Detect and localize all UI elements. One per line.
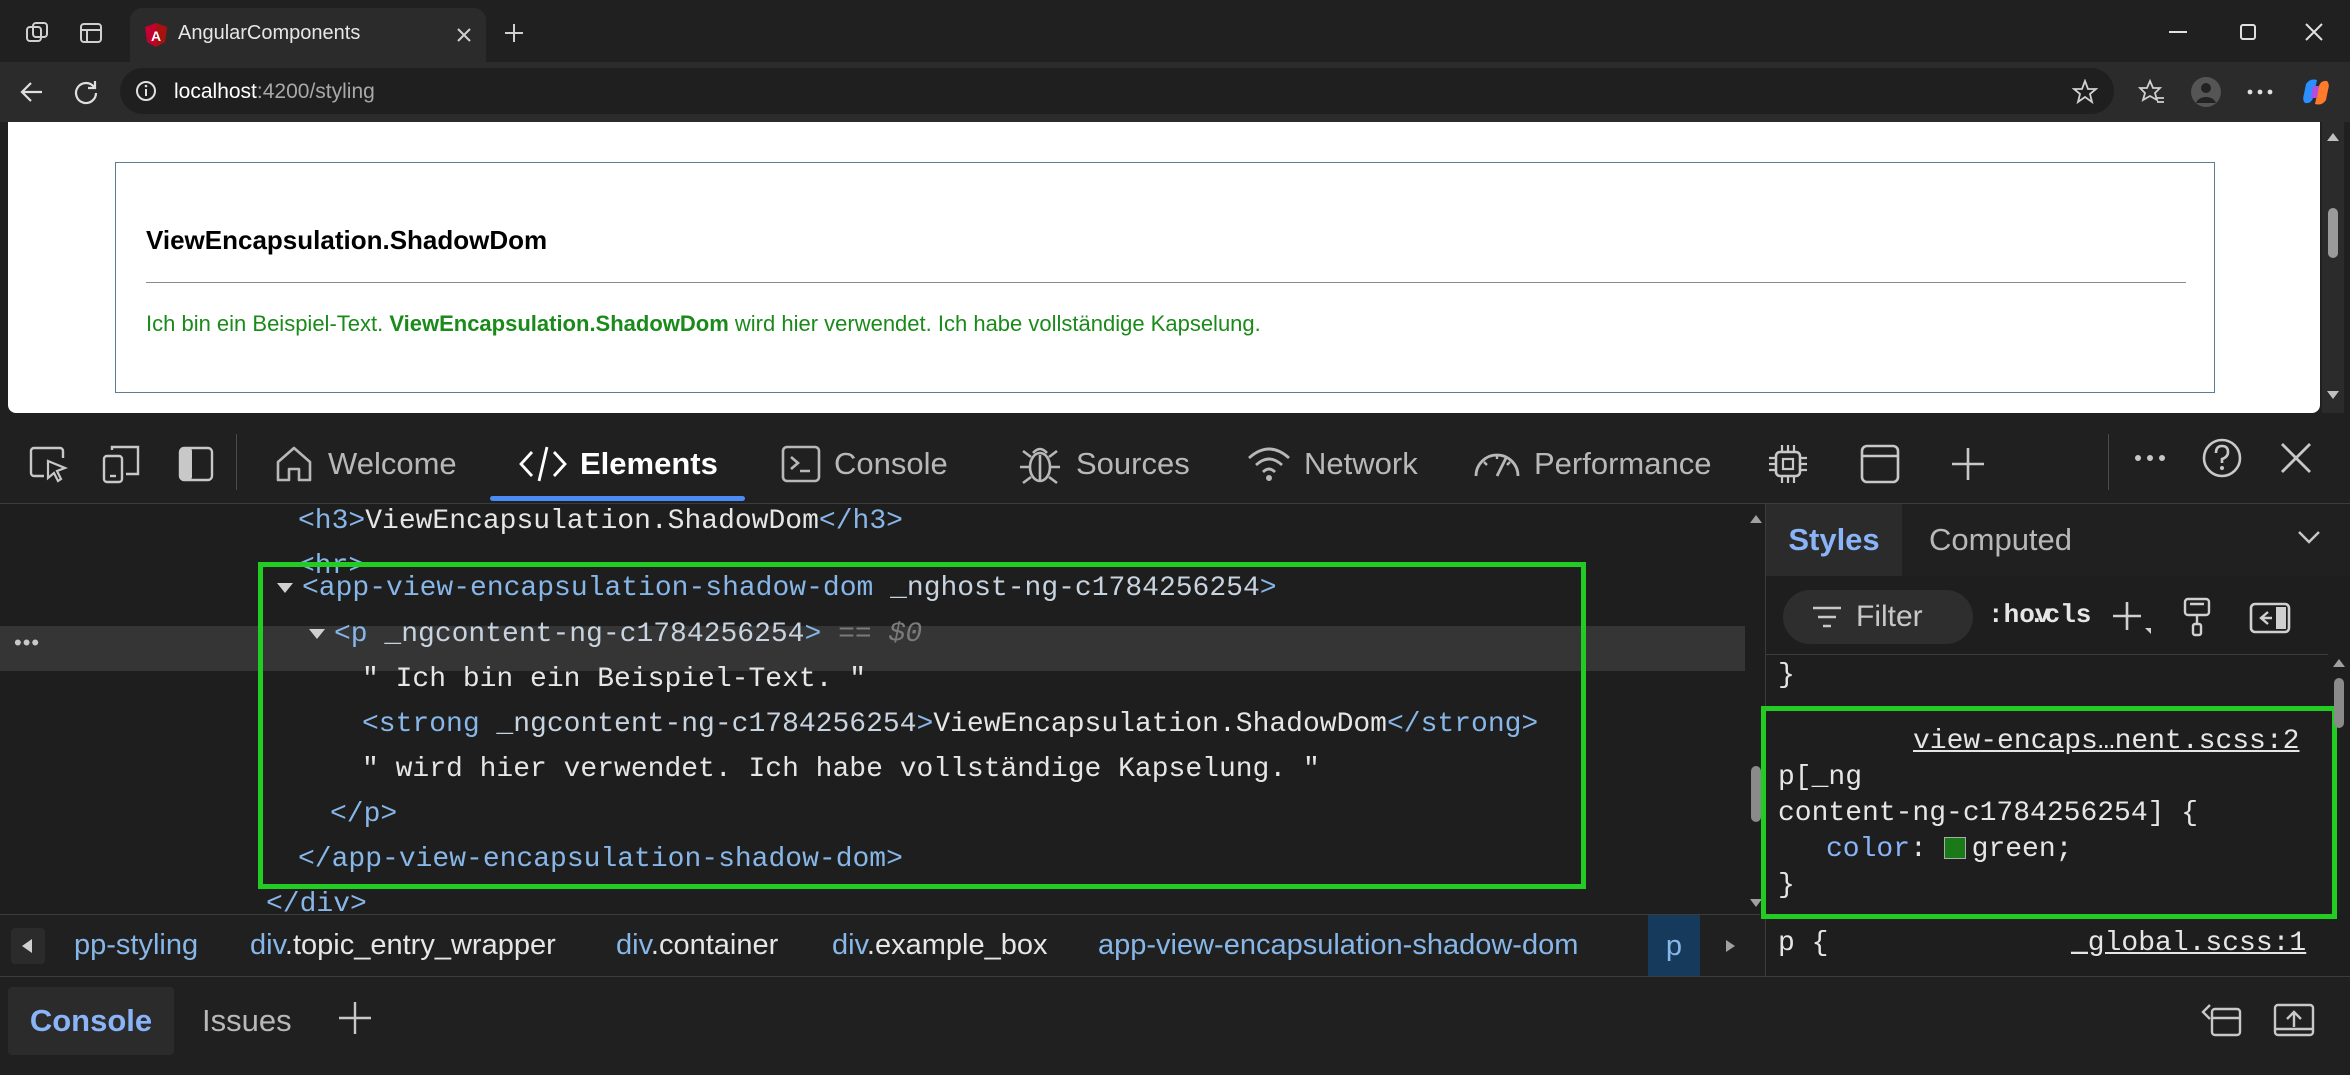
toggle-sidebar-icon[interactable] [2248,598,2292,638]
close-devtools-icon[interactable] [2276,438,2316,478]
dock-drawer-icon[interactable] [2200,1001,2244,1039]
devtools-toolbar: Welcome Elements Console Sources Network… [0,420,2350,504]
styles-scroll-thumb[interactable] [2334,678,2344,728]
browser-tab-bar: A AngularComponents [0,0,2350,62]
console-icon [781,445,821,483]
drawer-tab-issues[interactable]: Issues [202,987,292,1055]
customize-menu-icon[interactable] [2132,452,2168,464]
example-heading: ViewEncapsulation.ShadowDom [146,225,548,255]
tab-network[interactable]: Network [1246,440,1418,488]
breadcrumb-item[interactable]: div.example_box [832,929,1047,962]
page-viewport: ViewEncapsulation.ShadowDom Ich bin ein … [8,122,2320,413]
divider [146,282,2186,283]
more-options-icon[interactable] [2246,86,2274,98]
class-toggle[interactable]: .cls [2029,600,2091,630]
tab-title: AngularComponents [178,22,361,44]
rule-selector: p[_ng [1778,762,1863,793]
example-strong: ViewEncapsulation.ShadowDom [389,311,729,336]
breadcrumb-item[interactable]: div.container [616,929,778,962]
example-box: ViewEncapsulation.ShadowDom Ich bin ein … [115,162,2215,393]
add-drawer-tab-icon[interactable] [336,999,374,1037]
refresh-icon[interactable] [72,78,100,106]
tab-elements[interactable]: Elements [518,440,718,488]
profile-avatar-icon[interactable] [2190,76,2222,108]
favorites-icon[interactable] [2138,78,2166,106]
breadcrumb-item[interactable]: app-view-encapsulation-shadow-dom [1098,929,1578,962]
tab-welcome[interactable]: Welcome [272,440,457,488]
dom-scroll-thumb[interactable] [1751,766,1761,822]
url-bar[interactable]: localhost:4200/styling [120,68,2114,114]
dom-tree[interactable]: ••• <h3>ViewEncapsulation.ShadowDom</h3>… [0,504,1745,914]
styles-pane: Styles Computed Filter :hov .cls } view-… [1761,504,2350,976]
active-tab-indicator [490,496,745,501]
inspect-element-icon[interactable] [28,444,70,484]
copilot-icon[interactable] [2300,76,2332,108]
maximize-icon[interactable] [2236,20,2260,44]
bug-icon [1020,447,1060,485]
drawer: Console Issues [0,976,2350,1075]
page-scroll-thumb[interactable] [2328,208,2338,258]
device-emulation-icon[interactable] [100,444,142,484]
example-paragraph: Ich bin ein Beispiel-Text. ViewEncapsula… [146,311,1261,336]
styles-filter-input[interactable]: Filter [1783,590,1973,644]
expand-drawer-icon[interactable] [2272,1001,2316,1039]
browser-tab-active[interactable]: A AngularComponents [130,8,486,62]
rule-selector: content-ng-c1784256254] { [1778,798,2199,829]
angular-favicon-icon: A [145,23,167,47]
address-bar-row: localhost:4200/styling [0,62,2350,122]
help-icon[interactable] [2200,436,2244,480]
dock-side-icon[interactable] [176,444,216,484]
breadcrumb: pp-styling div.topic_entry_wrapper div.c… [0,914,1760,977]
rule-source-link[interactable]: _global.scss:1 [2071,928,2306,959]
tab-styles[interactable]: Styles [1766,504,1902,576]
color-swatch[interactable] [1943,837,1966,859]
memory-chip-icon[interactable] [1766,442,1810,486]
breadcrumb-scroll-left-icon[interactable] [10,927,46,965]
page-scrollbar[interactable] [2322,122,2344,413]
new-style-rule-icon[interactable] [2109,598,2153,638]
styles-tab-bar: Styles Computed [1766,504,2350,576]
rule-selector: p { [1778,928,1829,959]
tab-console[interactable]: Console [780,440,948,488]
application-icon[interactable] [1858,442,1902,486]
more-tools-plus-icon[interactable] [1948,444,1988,484]
rule-source-link[interactable]: view-encaps…nent.scss:2 [1913,726,2299,757]
breadcrumb-scroll-right-icon[interactable] [1722,935,1738,957]
url-text: localhost:4200/styling [174,80,375,103]
previous-rule-close: } [1778,660,1795,691]
styles-scrollbar[interactable] [2328,656,2350,976]
highlight-box-dom [258,562,1586,889]
breadcrumb-item[interactable]: pp-styling [74,929,198,962]
breadcrumb-item[interactable]: div.topic_entry_wrapper [250,929,556,962]
rule-close: } [1778,870,1795,901]
dom-node-h3[interactable]: <h3>ViewEncapsulation.ShadowDom</h3> [298,504,903,544]
tab-sources[interactable]: Sources [1016,440,1190,488]
back-icon[interactable] [18,78,46,106]
close-window-icon[interactable] [2302,20,2326,44]
breadcrumb-item-selected[interactable]: p [1648,915,1700,977]
favorite-star-icon[interactable] [2072,79,2098,105]
gauge-icon [1474,453,1520,477]
svg-text:A: A [151,28,161,44]
minimize-icon[interactable] [2166,22,2190,42]
paint-brush-icon[interactable] [2180,596,2214,638]
chevron-down-icon[interactable] [2296,528,2322,546]
filter-icon [1813,606,1841,628]
wifi-icon [1248,447,1290,481]
site-info-icon[interactable] [134,79,158,103]
tab-computed[interactable]: Computed [1929,504,2072,576]
new-tab-icon[interactable] [502,21,526,45]
node-actions-menu[interactable]: ••• [14,630,40,656]
home-icon [276,446,312,482]
code-icon [519,446,567,482]
tab-actions-icon[interactable] [78,20,104,46]
tab-performance[interactable]: Performance [1472,440,1711,488]
drawer-tab-console[interactable]: Console [8,987,174,1055]
close-tab-icon[interactable] [454,25,474,45]
devtools-panel: Welcome Elements Console Sources Network… [0,420,2350,1075]
css-declaration[interactable]: color: green; [1826,834,2072,865]
workspaces-icon[interactable] [24,20,50,46]
